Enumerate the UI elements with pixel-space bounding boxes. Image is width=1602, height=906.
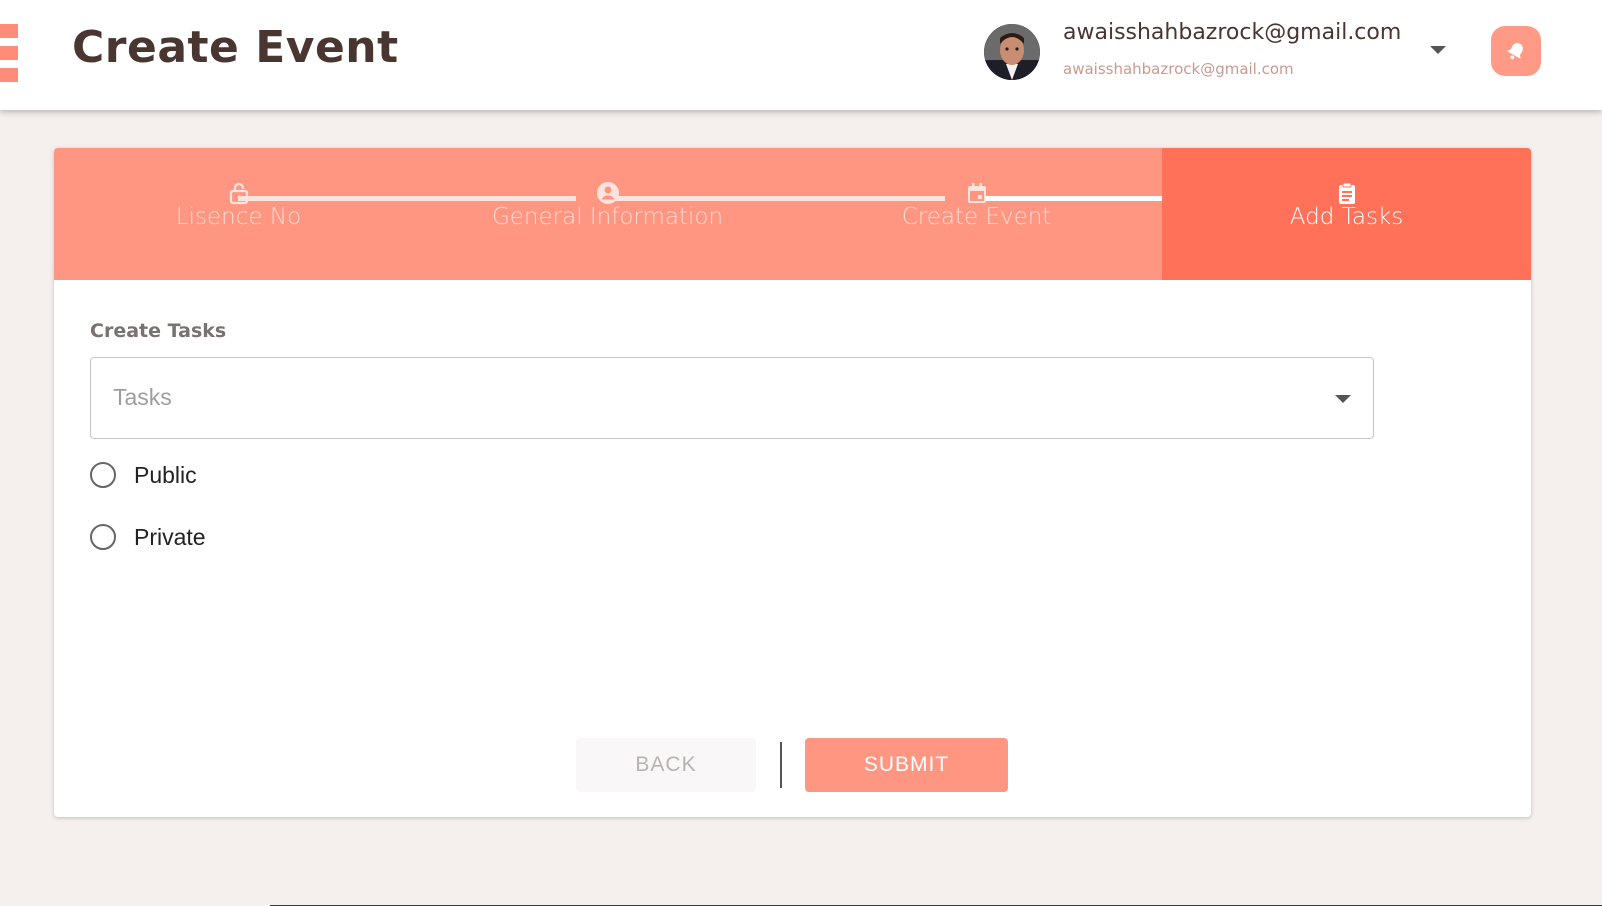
chevron-down-icon xyxy=(1335,395,1351,403)
step-label: Add Tasks xyxy=(1289,204,1404,230)
step-add-tasks[interactable]: Add Tasks xyxy=(1162,148,1531,280)
chevron-down-icon[interactable] xyxy=(1430,46,1446,54)
step-label: General Information xyxy=(491,204,724,230)
bell-icon xyxy=(1507,43,1523,60)
step-lisence-no[interactable]: Lisence No xyxy=(54,148,423,280)
user-email-secondary: awaisshahbazrock@gmail.com xyxy=(1063,60,1294,78)
back-button[interactable]: BACK xyxy=(576,738,756,792)
avatar[interactable] xyxy=(984,24,1040,80)
clipboard-icon xyxy=(1338,182,1355,204)
radio-circle[interactable] xyxy=(90,462,116,488)
app-header: Create Event awaisshahbazrock@gmail.com … xyxy=(0,0,1602,110)
user-email: awaisshahbazrock@gmail.com xyxy=(1063,20,1402,45)
account-circle-icon xyxy=(596,182,619,204)
page-title: Create Event xyxy=(72,22,399,73)
step-general-information[interactable]: General Information xyxy=(423,148,792,280)
step-label: Create Event xyxy=(901,204,1052,230)
menu-icon[interactable] xyxy=(0,24,20,82)
radio-label: Public xyxy=(134,461,197,488)
calendar-icon xyxy=(967,183,986,203)
lock-icon xyxy=(229,182,248,205)
stepper: Lisence No General Information Create Ev… xyxy=(54,148,1531,280)
submit-button[interactable]: SUBMIT xyxy=(805,738,1008,792)
radio-circle[interactable] xyxy=(90,524,116,550)
radio-label: Private xyxy=(134,523,206,550)
notification-button[interactable] xyxy=(1491,26,1541,76)
create-event-card: Lisence No General Information Create Ev… xyxy=(54,148,1531,817)
create-tasks-label: Create Tasks xyxy=(90,320,227,342)
tasks-select[interactable]: Tasks xyxy=(90,357,1374,439)
step-create-event[interactable]: Create Event xyxy=(792,148,1161,280)
button-divider xyxy=(780,742,782,788)
radio-private[interactable]: Private xyxy=(90,521,206,553)
tasks-placeholder: Tasks xyxy=(113,384,172,410)
radio-public[interactable]: Public xyxy=(90,459,197,491)
step-label: Lisence No xyxy=(175,204,302,230)
